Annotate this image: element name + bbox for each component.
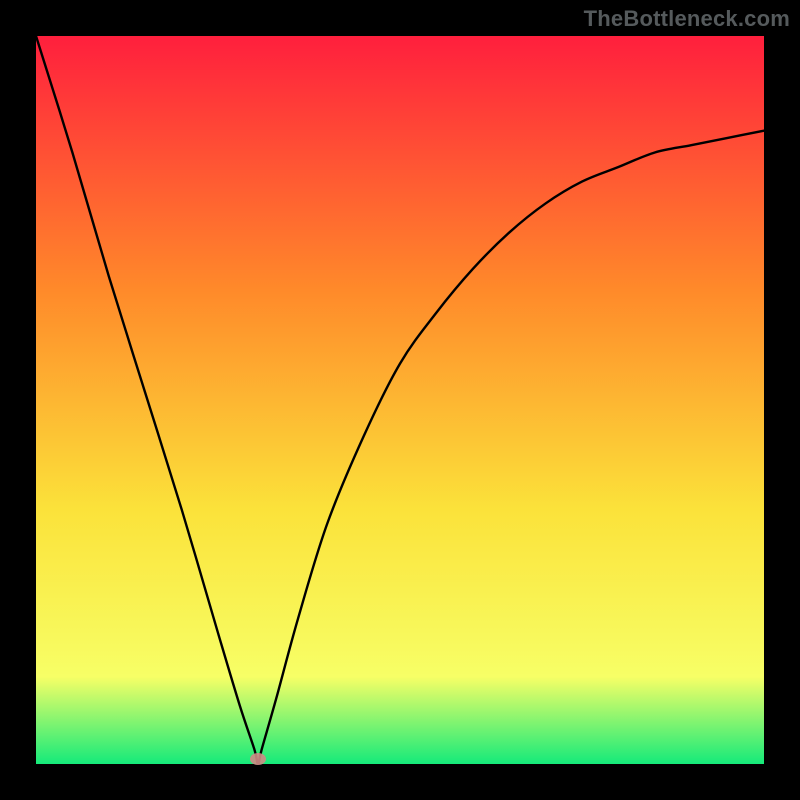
plot-area — [36, 36, 764, 764]
watermark-text: TheBottleneck.com — [584, 6, 790, 32]
bottleneck-curve — [36, 36, 764, 764]
curve-layer — [36, 36, 764, 764]
chart-frame: TheBottleneck.com — [0, 0, 800, 800]
minimum-marker — [250, 753, 266, 765]
